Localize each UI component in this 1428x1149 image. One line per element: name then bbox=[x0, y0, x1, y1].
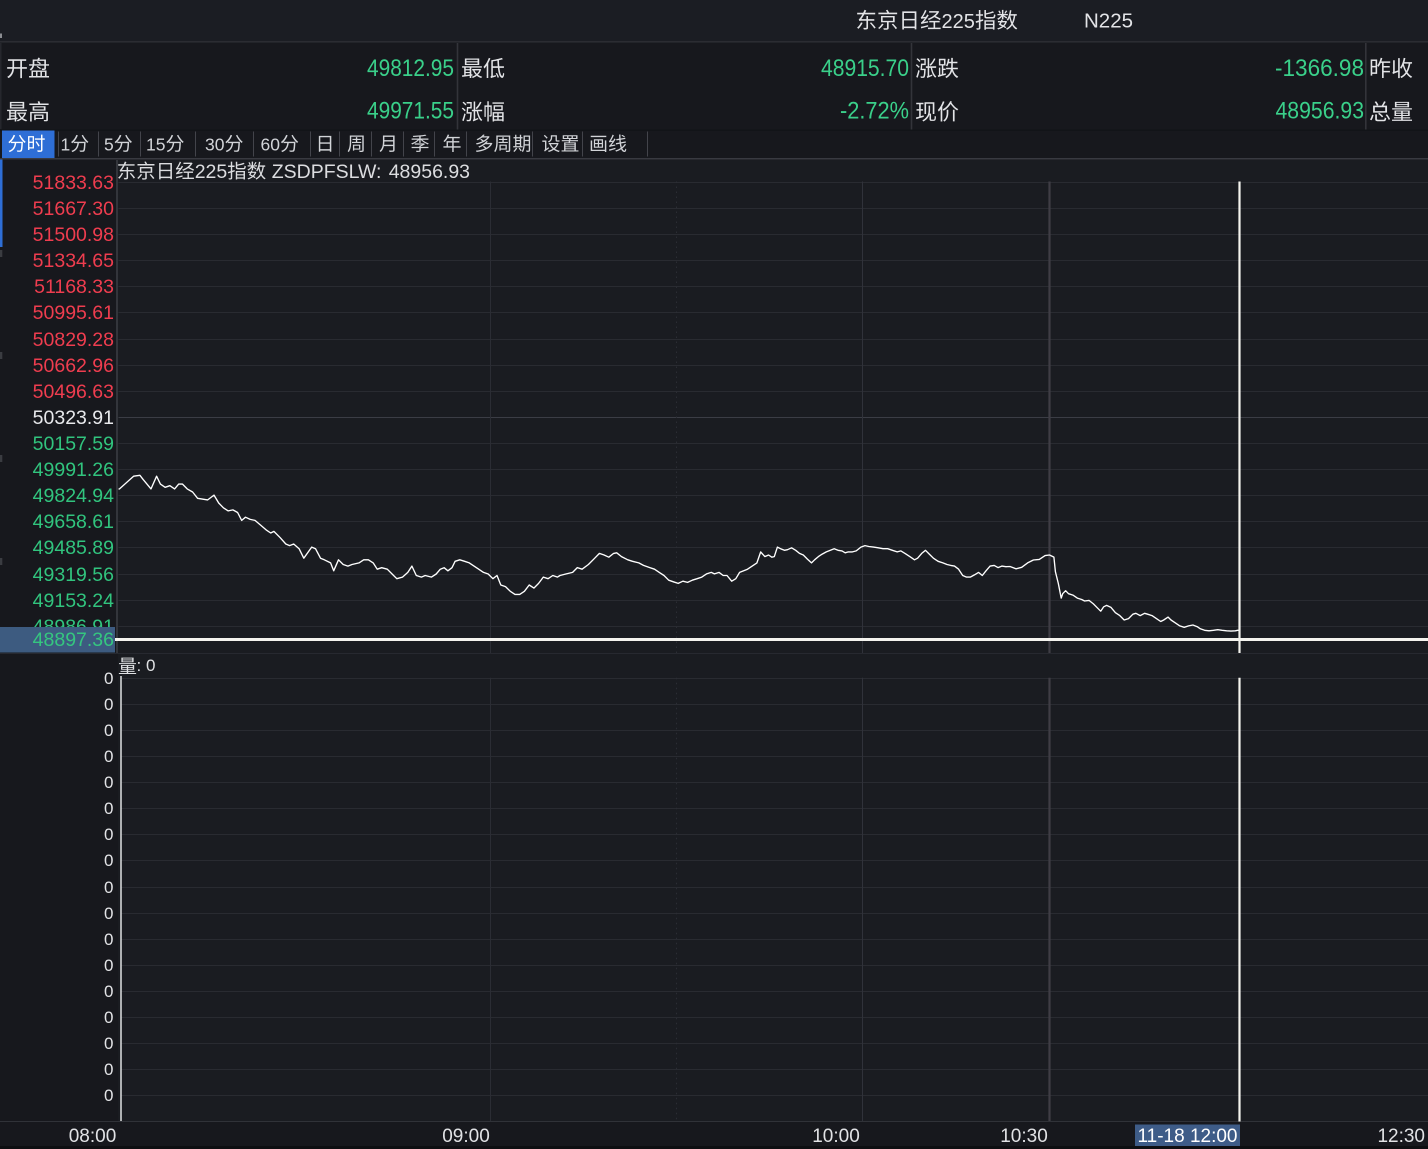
svg-text:0: 0 bbox=[104, 878, 113, 897]
svg-text:48956.93: 48956.93 bbox=[389, 161, 470, 183]
svg-text:10:30: 10:30 bbox=[1000, 1126, 1048, 1147]
svg-text:49485.89: 49485.89 bbox=[33, 537, 114, 559]
svg-text:5: 5 bbox=[104, 135, 114, 155]
svg-text:60: 60 bbox=[261, 135, 281, 155]
svg-text:0: 0 bbox=[104, 721, 113, 740]
svg-text:49319.56: 49319.56 bbox=[33, 564, 114, 586]
svg-text:0: 0 bbox=[104, 747, 113, 766]
svg-text:51667.30: 51667.30 bbox=[33, 198, 114, 220]
svg-text:49824.94: 49824.94 bbox=[33, 485, 114, 507]
svg-text:50829.28: 50829.28 bbox=[33, 329, 114, 351]
svg-text:49658.61: 49658.61 bbox=[33, 511, 114, 533]
svg-text:51833.63: 51833.63 bbox=[33, 172, 114, 194]
svg-text:50995.61: 50995.61 bbox=[33, 302, 114, 324]
svg-text:49812.95: 49812.95 bbox=[367, 55, 454, 82]
svg-text:10:00: 10:00 bbox=[812, 1126, 860, 1147]
svg-text:50323.91: 50323.91 bbox=[33, 407, 114, 429]
svg-text:0: 0 bbox=[104, 799, 113, 818]
svg-text:: 0: : 0 bbox=[137, 656, 156, 675]
svg-text:49991.26: 49991.26 bbox=[33, 459, 114, 481]
svg-text:50496.63: 50496.63 bbox=[33, 381, 114, 403]
svg-text:N225: N225 bbox=[1084, 10, 1133, 33]
svg-text:0: 0 bbox=[104, 1008, 113, 1027]
svg-text:0: 0 bbox=[104, 825, 113, 844]
svg-text:50662.96: 50662.96 bbox=[33, 355, 114, 377]
svg-text:225: 225 bbox=[195, 161, 228, 183]
svg-text:15: 15 bbox=[146, 135, 165, 155]
svg-text:30: 30 bbox=[205, 135, 225, 155]
svg-text:49971.55: 49971.55 bbox=[367, 97, 454, 124]
svg-text:50157.59: 50157.59 bbox=[33, 433, 114, 455]
svg-text:0: 0 bbox=[104, 695, 113, 714]
svg-text:51500.98: 51500.98 bbox=[33, 224, 114, 246]
svg-text:0: 0 bbox=[104, 773, 113, 792]
svg-text:0: 0 bbox=[104, 930, 113, 949]
svg-text:0: 0 bbox=[104, 1060, 113, 1079]
svg-text:0: 0 bbox=[104, 956, 113, 975]
svg-text:09:00: 09:00 bbox=[442, 1126, 490, 1147]
svg-text:225: 225 bbox=[942, 11, 975, 33]
svg-text:11-18 12:00: 11-18 12:00 bbox=[1137, 1126, 1237, 1147]
svg-text:-1366.98: -1366.98 bbox=[1275, 55, 1364, 82]
svg-text:0: 0 bbox=[104, 1034, 113, 1053]
svg-text:0: 0 bbox=[104, 1086, 113, 1105]
svg-text:-2.72%: -2.72% bbox=[840, 97, 909, 124]
svg-text:12:30: 12:30 bbox=[1377, 1126, 1425, 1147]
svg-text:0: 0 bbox=[104, 904, 113, 923]
svg-text:48915.70: 48915.70 bbox=[821, 55, 909, 82]
svg-text:48897.36: 48897.36 bbox=[33, 629, 114, 651]
svg-text:0: 0 bbox=[104, 669, 113, 688]
svg-text:0: 0 bbox=[104, 851, 113, 870]
svg-text:51168.33: 51168.33 bbox=[34, 276, 114, 298]
svg-text:08:00: 08:00 bbox=[69, 1126, 117, 1147]
svg-text:1: 1 bbox=[61, 135, 71, 155]
svg-text:51334.65: 51334.65 bbox=[33, 250, 114, 272]
svg-text:0: 0 bbox=[104, 982, 113, 1001]
svg-text:49153.24: 49153.24 bbox=[33, 590, 114, 612]
svg-text:48956.93: 48956.93 bbox=[1276, 97, 1365, 124]
svg-text:ZSDPFSLW:: ZSDPFSLW: bbox=[272, 161, 382, 183]
